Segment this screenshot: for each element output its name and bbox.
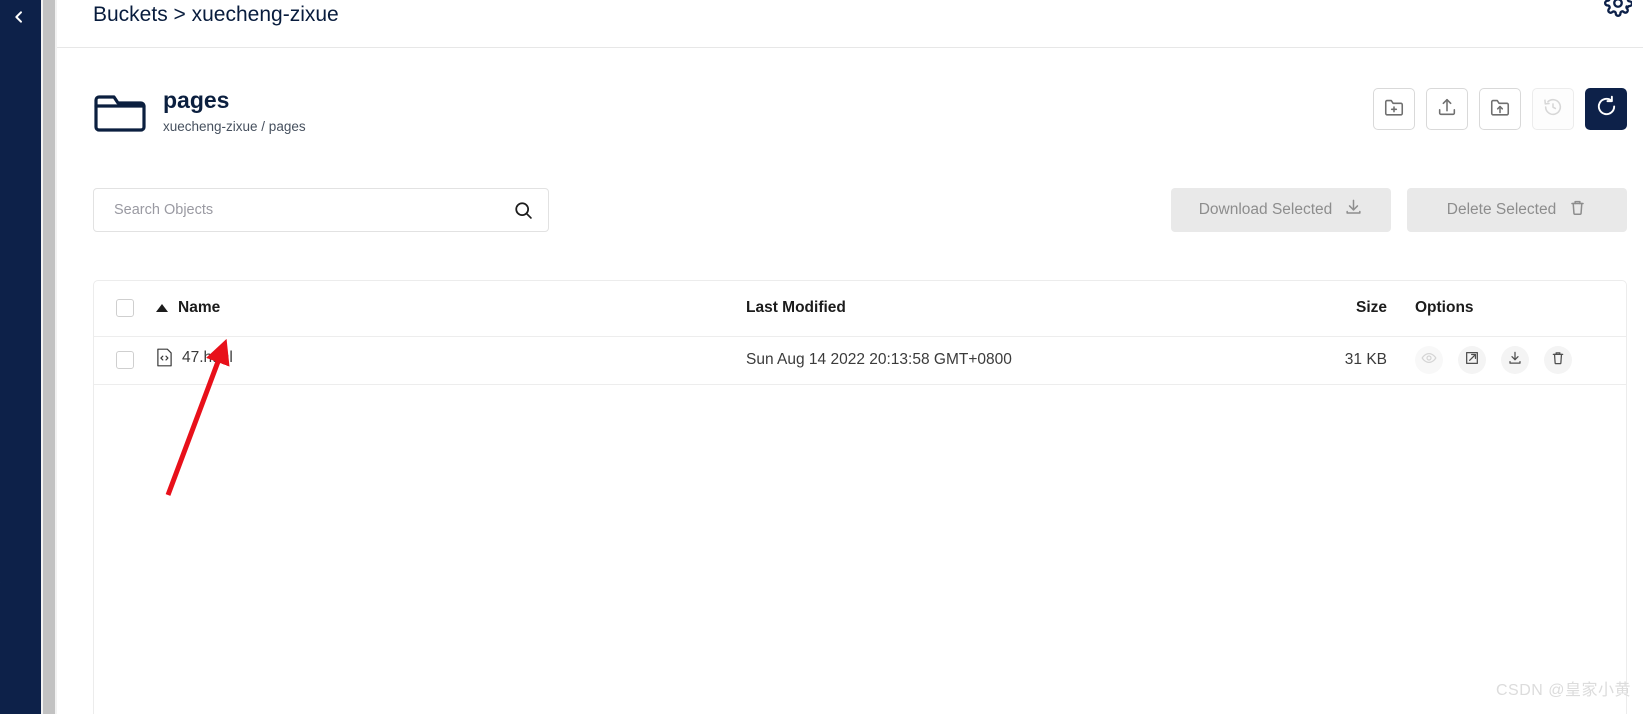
code-file-icon <box>156 348 173 367</box>
main-region: Buckets > xuecheng-zixue pages xuecheng-… <box>57 0 1643 714</box>
delete-selected-button[interactable]: Delete Selected <box>1407 188 1627 232</box>
row-name-cell[interactable]: 47.html <box>156 336 746 385</box>
minio-object-browser-page: s Buckets > xuecheng-zixue <box>0 0 1643 714</box>
search-icon[interactable] <box>513 200 534 221</box>
row-checkbox[interactable] <box>116 350 134 369</box>
column-header-options-label: Options <box>1415 299 1474 317</box>
column-header-options: Options <box>1401 281 1626 337</box>
upload-folder-button[interactable] <box>1479 88 1521 130</box>
select-all-cell <box>94 281 156 337</box>
folder-upload-icon <box>1489 96 1511 123</box>
share-external-icon <box>1464 350 1480 371</box>
row-options-cell <box>1401 336 1626 385</box>
search-input[interactable] <box>112 201 513 219</box>
download-object-button[interactable] <box>1501 346 1529 374</box>
column-header-size-label: Size <box>1355 299 1387 317</box>
table-row[interactable]: 47.html Sun Aug 14 2022 20:13:58 GMT+080… <box>94 336 1626 385</box>
column-header-last-modified[interactable]: Last Modified <box>746 281 1291 337</box>
chevron-left-icon <box>11 9 27 25</box>
preview-object-button <box>1415 346 1443 374</box>
row-last-modified-cell: Sun Aug 14 2022 20:13:58 GMT+0800 <box>746 336 1291 385</box>
select-all-checkbox[interactable] <box>116 299 134 318</box>
history-rewind-icon <box>1542 96 1564 123</box>
column-header-name-label: Name <box>178 299 221 317</box>
share-object-button[interactable] <box>1458 346 1486 374</box>
object-name-label: 47.html <box>182 348 233 366</box>
folder-header: pages xuecheng-zixue / pages <box>93 86 306 135</box>
version-history-button <box>1532 88 1574 130</box>
upload-icon <box>1436 96 1458 123</box>
folder-path: xuecheng-zixue / pages <box>163 119 306 134</box>
upload-file-button[interactable] <box>1426 88 1468 130</box>
table-header-row: Name Last Modified Size Options <box>94 281 1626 337</box>
sidebar-partial-item-label: s <box>0 572 1 587</box>
row-select-cell <box>94 336 156 385</box>
object-last-modified-label: Sun Aug 14 2022 20:13:58 GMT+0800 <box>746 351 1012 368</box>
sidebar: s <box>0 0 41 714</box>
refresh-button[interactable] <box>1585 88 1627 130</box>
search-objects-box[interactable] <box>93 188 549 232</box>
object-actions-toolbar <box>1373 88 1627 130</box>
content-area: pages xuecheng-zixue / pages Search Obje… <box>57 48 1643 714</box>
column-header-size[interactable]: Size <box>1291 281 1401 337</box>
settings-button[interactable] <box>1601 0 1635 22</box>
refresh-icon <box>1595 95 1618 123</box>
folder-plus-icon <box>1383 96 1405 123</box>
objects-toolbar-row: Download Selected Delete Selected <box>93 188 1627 232</box>
download-icon <box>1507 350 1523 371</box>
download-icon <box>1344 198 1363 222</box>
objects-table: Name Last Modified Size Options 47.html … <box>94 281 1626 385</box>
delete-object-button[interactable] <box>1544 346 1572 374</box>
sort-ascending-icon <box>156 304 168 313</box>
delete-selected-label: Delete Selected <box>1446 201 1557 218</box>
table-header: Name Last Modified Size Options <box>94 281 1626 337</box>
eye-icon <box>1421 350 1437 371</box>
folder-icon <box>93 89 147 133</box>
breadcrumb[interactable]: Buckets > xuecheng-zixue <box>93 0 339 30</box>
trash-icon <box>1550 350 1566 371</box>
gear-icon <box>1604 0 1634 22</box>
row-size-cell: 31 KB <box>1291 336 1401 385</box>
download-selected-button[interactable]: Download Selected <box>1171 188 1391 232</box>
table-body: 47.html Sun Aug 14 2022 20:13:58 GMT+080… <box>94 336 1626 385</box>
watermark: CSDN @皇家小黄 <box>1495 682 1631 699</box>
download-selected-label: Download Selected <box>1198 201 1333 218</box>
page-title: pages <box>163 87 230 113</box>
top-bar: Buckets > xuecheng-zixue <box>57 0 1643 48</box>
create-folder-button[interactable] <box>1373 88 1415 130</box>
column-header-name[interactable]: Name <box>156 281 746 337</box>
column-header-last-modified-label: Last Modified <box>746 299 846 317</box>
object-size-label: 31 KB <box>1344 351 1387 368</box>
sidebar-collapse-button[interactable] <box>6 4 32 30</box>
page-scrollbar-thumb[interactable] <box>43 0 55 714</box>
selection-buttons: Download Selected Delete Selected <box>1171 188 1627 232</box>
page-scrollbar[interactable] <box>41 0 57 714</box>
objects-table-card: Name Last Modified Size Options 47.html … <box>93 280 1627 714</box>
trash-icon <box>1568 198 1587 222</box>
